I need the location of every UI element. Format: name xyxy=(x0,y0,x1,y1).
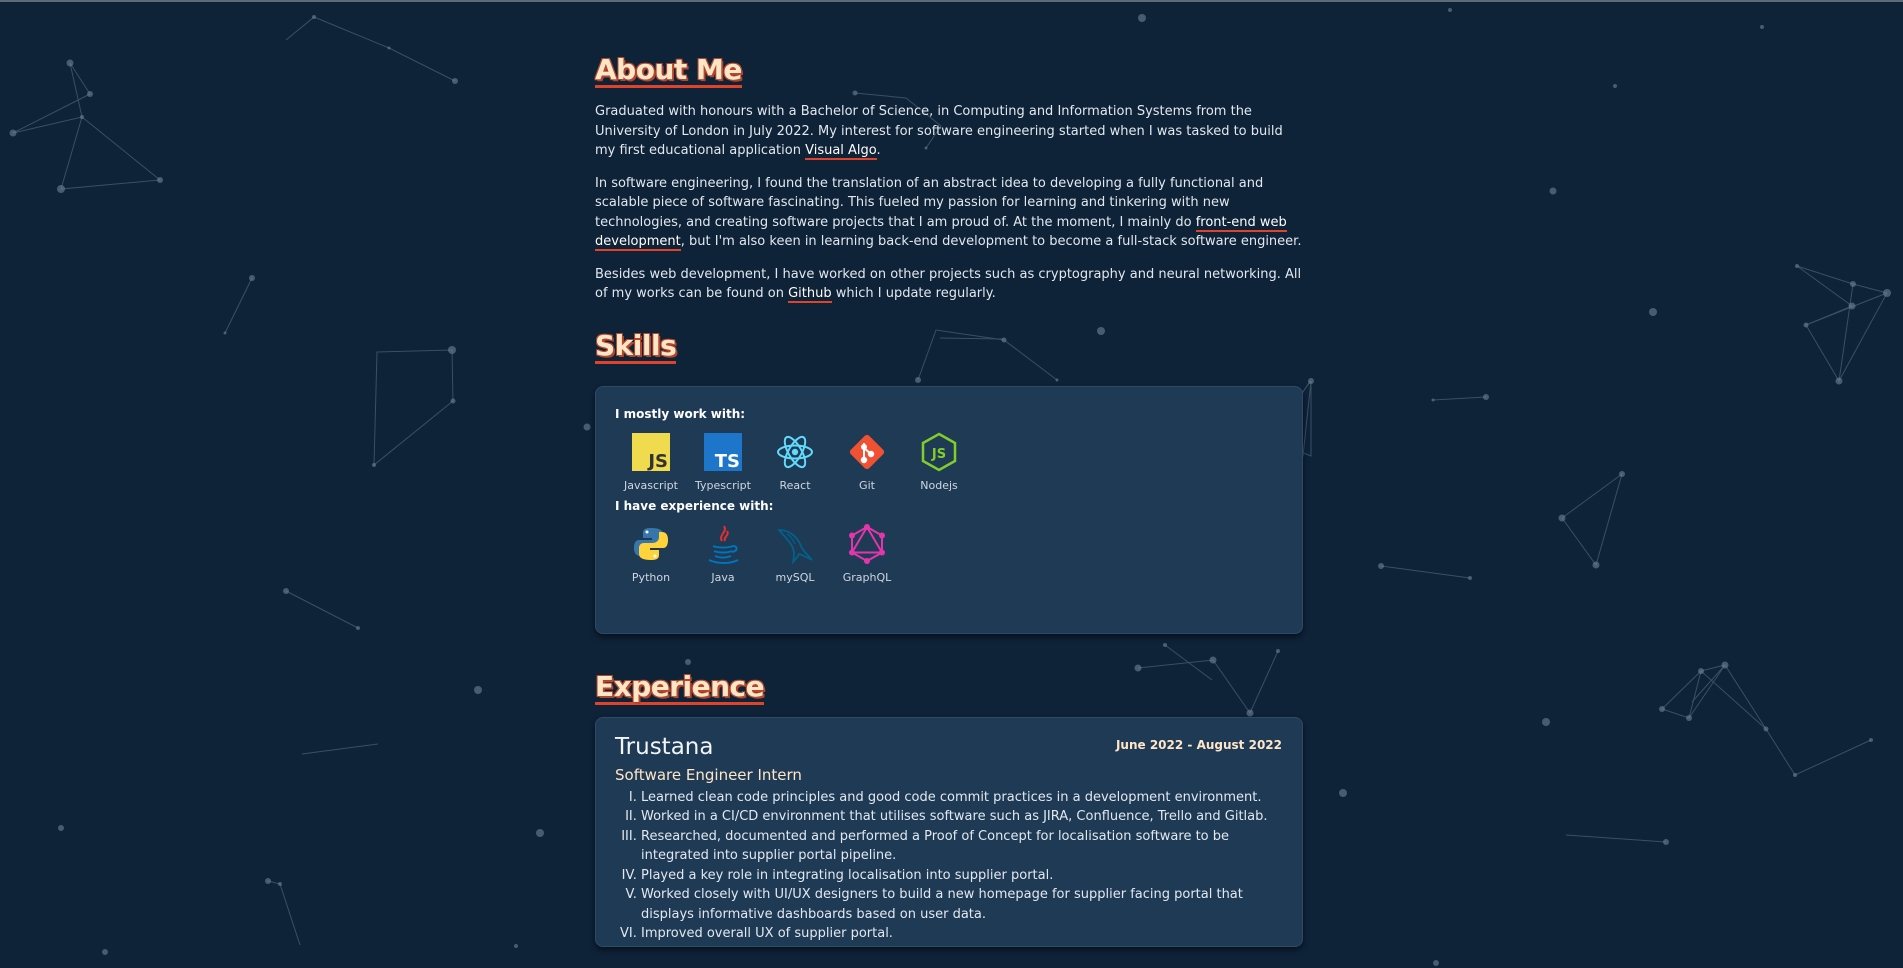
list-item: Learned clean code principles and good c… xyxy=(641,788,1282,808)
skill-label: Git xyxy=(859,478,875,492)
skill-label: mySQL xyxy=(775,570,815,584)
primary-skills-row: JS Javascript TS Typescript React Git JS… xyxy=(615,431,1302,492)
svg-text:JS: JS xyxy=(931,447,946,462)
about-paragraph-2: In software engineering, I found the tra… xyxy=(595,174,1306,252)
main-content: About Me Graduated with honours with a B… xyxy=(595,55,1306,947)
skill-python: Python xyxy=(615,523,687,584)
about-heading: About Me xyxy=(595,53,742,88)
duties-list: Learned clean code principles and good c… xyxy=(615,788,1282,944)
skill-label: Nodejs xyxy=(920,478,958,492)
about-text: , but I'm also keen in learning back-end… xyxy=(680,234,1302,249)
skill-react: React xyxy=(759,431,831,492)
skill-graphql: GraphQL xyxy=(831,523,903,584)
about-text: . xyxy=(876,143,881,158)
about-paragraph-1: Graduated with honours with a Bachelor o… xyxy=(595,102,1306,161)
java-icon xyxy=(708,524,739,564)
git-icon xyxy=(849,434,885,469)
skill-label: GraphQL xyxy=(842,570,892,584)
list-item: Worked closely with UI/UX designers to b… xyxy=(641,885,1282,924)
skill-label: React xyxy=(779,478,811,492)
typescript-icon: TS xyxy=(704,432,742,471)
skill-javascript: JS Javascript xyxy=(615,431,687,492)
about-text: which I update regularly. xyxy=(831,286,996,301)
about-paragraph-3: Besides web development, I have worked o… xyxy=(595,265,1306,304)
experience-dates: June 2022 - August 2022 xyxy=(1115,737,1282,752)
skill-label: Javascript xyxy=(624,478,678,492)
skills-heading: Skills xyxy=(595,328,677,364)
visual-algo-link[interactable]: Visual Algo xyxy=(805,143,877,160)
skill-java: Java xyxy=(687,523,759,584)
svg-text:JS: JS xyxy=(646,451,668,471)
graphql-icon xyxy=(849,523,885,564)
svg-text:TS: TS xyxy=(715,451,740,471)
mysql-icon xyxy=(777,528,813,564)
list-item: Improved overall UX of supplier portal. xyxy=(641,924,1282,944)
skill-typescript: TS Typescript xyxy=(687,431,759,492)
secondary-skills-row: Python Java mySQL GraphQL xyxy=(615,523,1302,584)
about-text: Graduated with honours with a Bachelor o… xyxy=(595,104,1283,158)
experience-heading: Experience xyxy=(595,669,765,705)
skill-label: Python xyxy=(631,570,671,584)
list-item: Worked in a CI/CD environment that utili… xyxy=(641,807,1282,827)
javascript-icon: JS xyxy=(632,432,670,471)
skill-nodejs: JS Nodejs xyxy=(903,431,975,492)
skill-git: Git xyxy=(831,431,903,492)
about-text: In software engineering, I found the tra… xyxy=(595,175,1264,230)
job-title: Software Engineer Intern xyxy=(615,765,802,784)
github-link[interactable]: Github xyxy=(788,286,832,303)
python-icon xyxy=(634,527,668,560)
skill-mysql: mySQL xyxy=(759,523,831,584)
primary-skills-label: I mostly work with: xyxy=(615,406,746,421)
skill-label: Java xyxy=(711,570,735,584)
list-item: Researched, documented and performed a P… xyxy=(641,827,1282,866)
skills-card: I mostly work with: JS Javascript TS Typ… xyxy=(595,385,1303,634)
skill-label: Typescript xyxy=(695,478,751,492)
react-icon xyxy=(777,435,813,468)
experience-card: Trustana June 2022 - August 2022 Softwar… xyxy=(595,716,1303,947)
secondary-skills-label: I have experience with: xyxy=(615,498,774,513)
nodejs-icon: JS xyxy=(921,432,957,471)
list-item: Played a key role in integrating localis… xyxy=(641,866,1282,886)
